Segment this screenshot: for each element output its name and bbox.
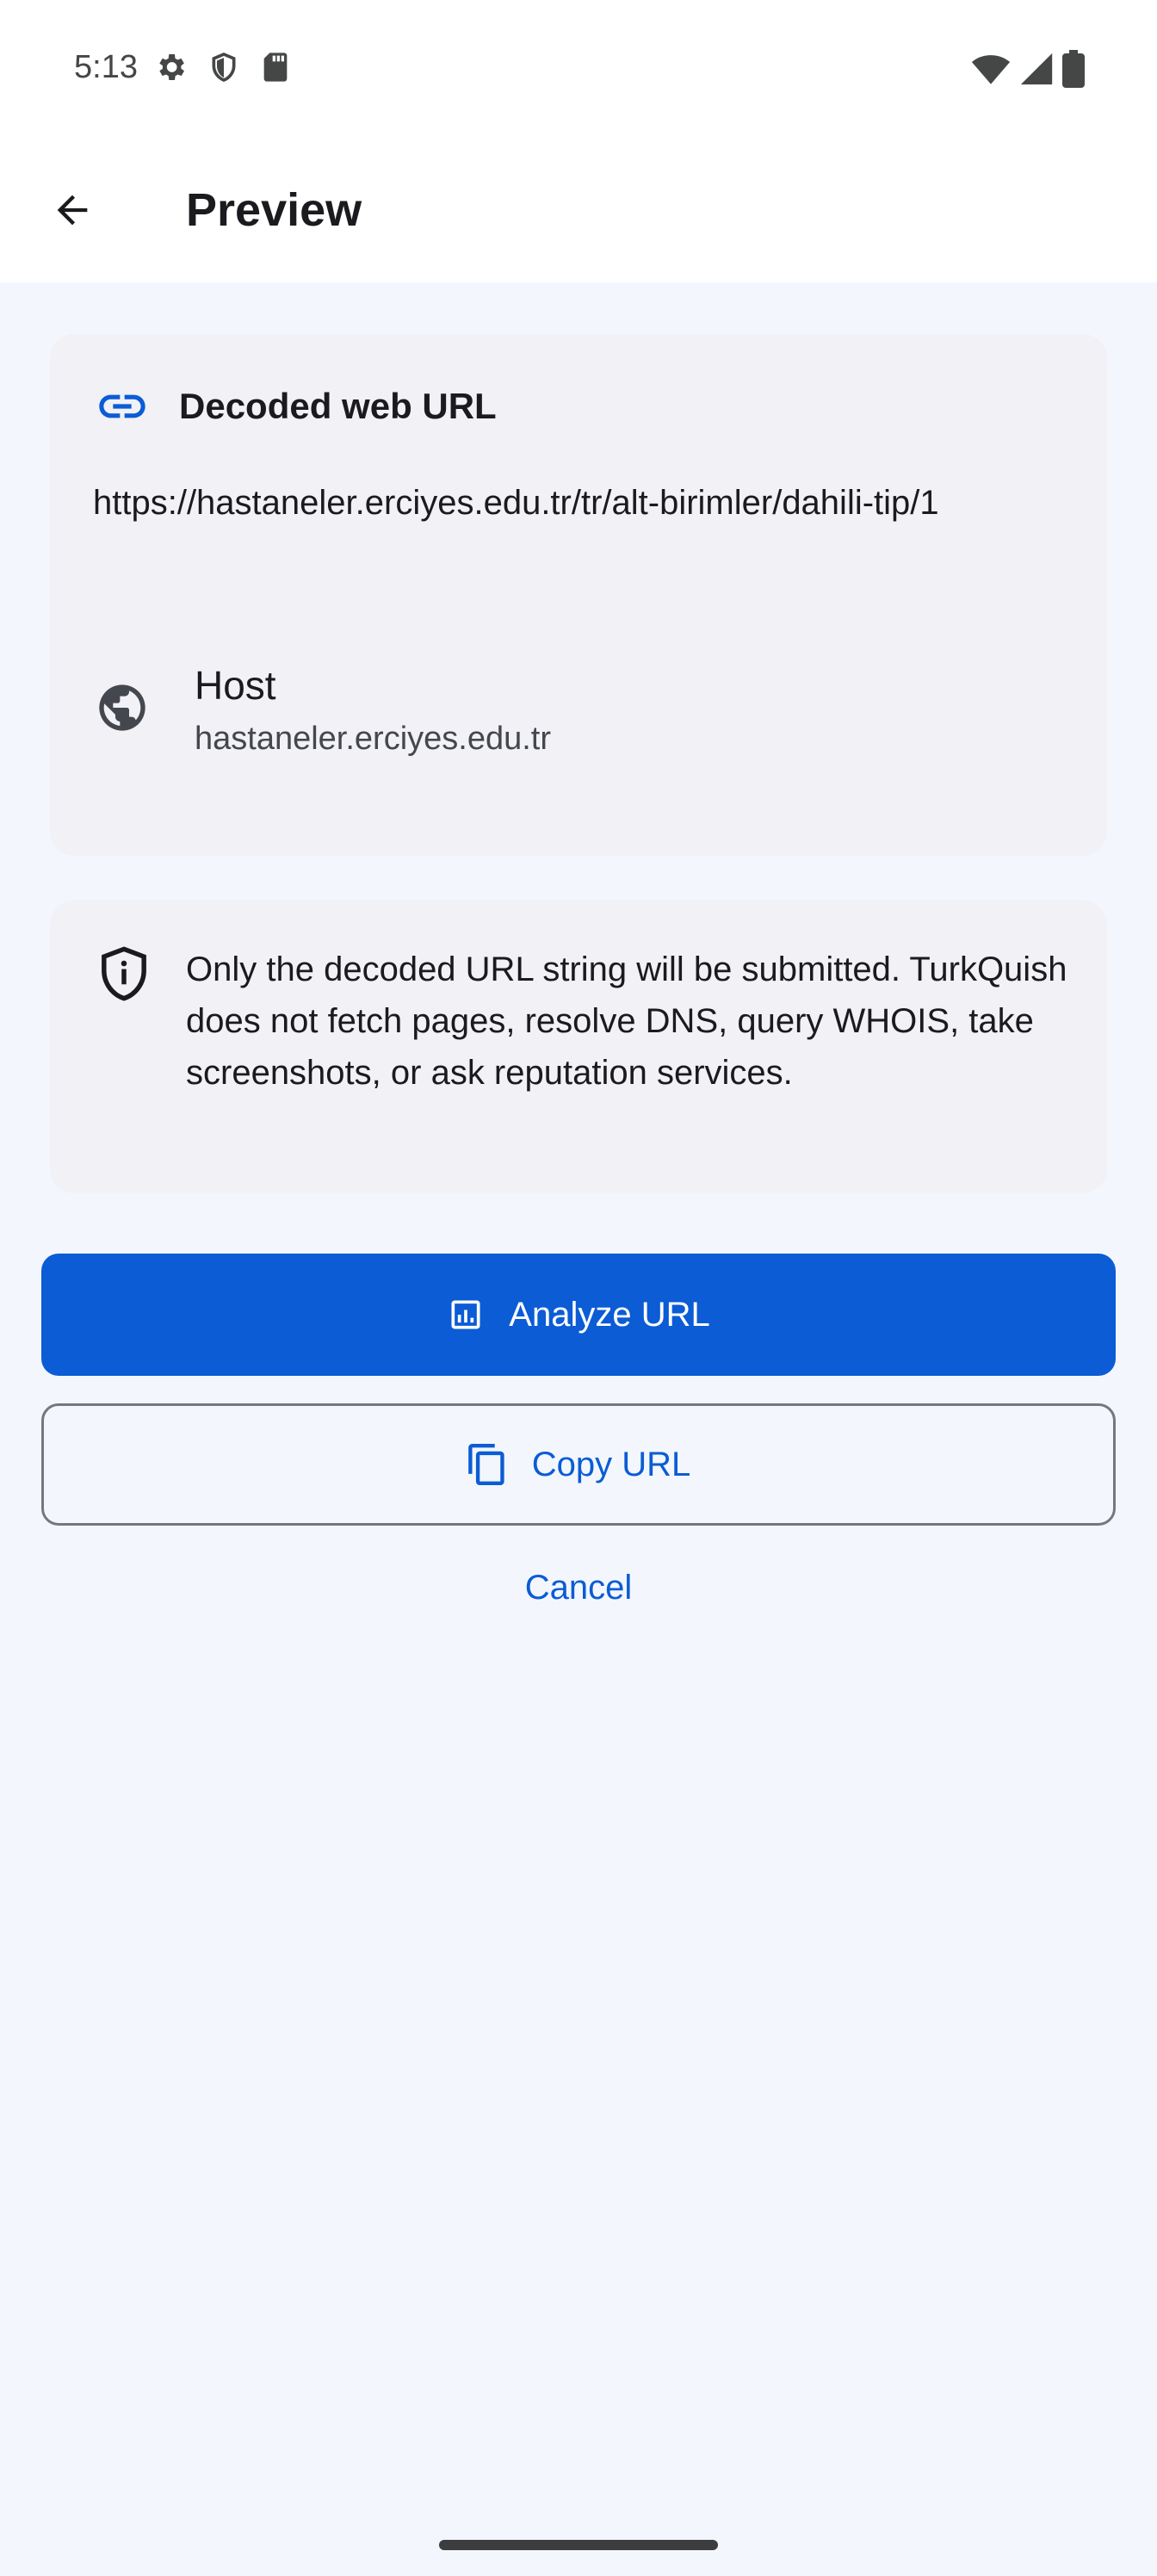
app-bar: Preview xyxy=(0,138,1157,282)
host-row: Host hastaneler.erciyes.edu.tr xyxy=(95,661,551,759)
host-label: Host xyxy=(195,663,276,708)
page-title: Preview xyxy=(186,184,362,236)
wifi-icon xyxy=(971,55,1011,84)
status-icons-right xyxy=(971,50,1085,88)
host-value: hastaneler.erciyes.edu.tr xyxy=(195,721,552,757)
copy-url-label: Copy URL xyxy=(531,1445,691,1483)
status-time: 5:13 xyxy=(74,49,138,85)
battery-icon xyxy=(1062,50,1085,88)
sd-card-icon xyxy=(263,53,288,82)
decoded-url-header: Decoded web URL xyxy=(95,379,497,434)
host-text: Host hastaneler.erciyes.edu.tr xyxy=(195,661,551,759)
privacy-info-text: Only the decoded URL string will be subm… xyxy=(186,951,1067,1092)
preview-screen: 5:13 Preview Decoded web URL https://has… xyxy=(0,0,1157,2576)
status-icons-left xyxy=(153,50,291,84)
home-indicator[interactable] xyxy=(439,2540,718,2550)
settings-icon xyxy=(159,54,184,80)
shield-icon xyxy=(212,53,236,82)
analyze-url-label: Analyze URL xyxy=(509,1295,710,1334)
decoded-url-card: Decoded web URL https://hastaneler.erciy… xyxy=(50,334,1107,856)
globe-icon xyxy=(99,684,145,731)
link-icon xyxy=(99,394,145,418)
decoded-url-title: Decoded web URL xyxy=(179,386,497,426)
shield-info-icon xyxy=(102,946,146,1001)
privacy-info-card: Only the decoded URL string will be subm… xyxy=(50,901,1107,1193)
analytics-icon xyxy=(451,1300,480,1329)
analyze-url-button[interactable]: Analyze URL xyxy=(41,1254,1116,1376)
arrow-back-icon xyxy=(57,195,88,226)
cancel-button[interactable]: Cancel xyxy=(492,1550,665,1625)
cell-signal-icon xyxy=(1020,53,1053,85)
status-bar: 5:13 xyxy=(0,0,1157,138)
cancel-label: Cancel xyxy=(524,1568,633,1607)
decoded-url-text: https://hastaneler.erciyes.edu.tr/tr/alt… xyxy=(93,484,939,522)
copy-icon xyxy=(467,1444,504,1485)
copy-url-button[interactable]: Copy URL xyxy=(41,1403,1116,1526)
back-button[interactable] xyxy=(34,172,110,248)
